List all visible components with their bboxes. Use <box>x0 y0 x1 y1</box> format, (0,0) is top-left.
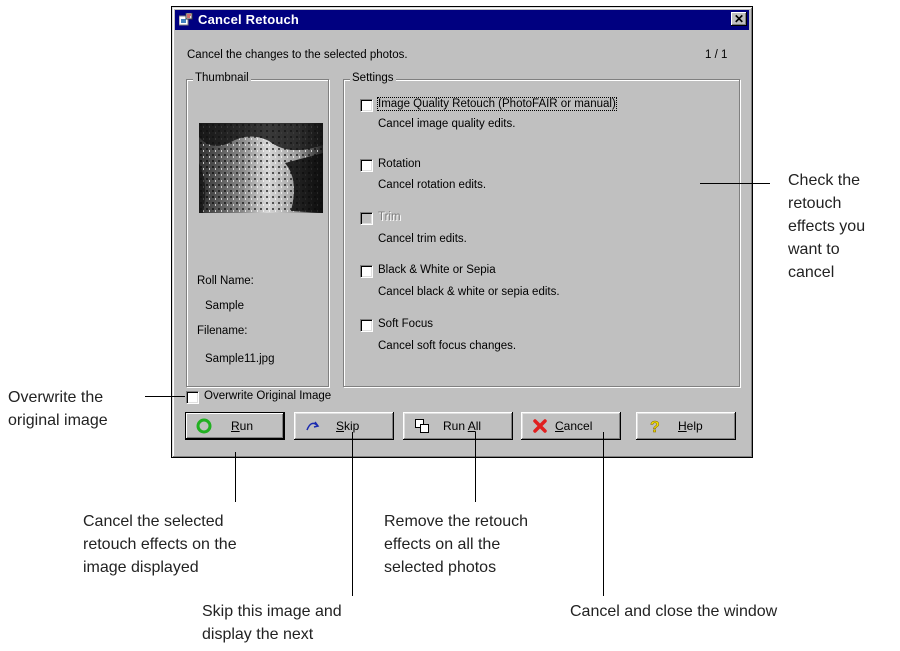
black-white-sepia-checkbox[interactable] <box>360 265 373 278</box>
run-button-label: Run <box>231 419 254 433</box>
help-button[interactable]: ? Help <box>636 412 736 440</box>
roll-name-value: Sample <box>205 300 244 312</box>
close-button[interactable]: ✕ <box>731 12 747 26</box>
callout-line-run-all <box>475 432 476 502</box>
run-icon <box>196 418 212 434</box>
close-icon: ✕ <box>733 12 745 26</box>
skip-button[interactable]: Skip <box>294 412 394 440</box>
callout-overwrite: Overwrite the original image <box>8 389 108 429</box>
thumbnail-group-label: Thumbnail <box>193 72 251 84</box>
trim-label[interactable]: Trim <box>378 211 401 223</box>
cancel-x-icon <box>533 419 547 433</box>
photo-counter: 1 / 1 <box>705 49 728 61</box>
filename-value: Sample11.jpg <box>205 353 275 365</box>
callout-cancel: Cancel and close the window <box>570 603 778 620</box>
roll-name-label: Roll Name: <box>197 275 254 287</box>
run-all-button[interactable]: Run All <box>403 412 513 440</box>
callout-check-effects: Check the retouch effects you want to ca… <box>788 172 866 281</box>
callout-line-overwrite <box>145 396 185 397</box>
settings-group-label: Settings <box>350 72 396 84</box>
cancel-button[interactable]: Cancel <box>521 412 621 440</box>
callout-run-all: Remove the retouch effects on all the se… <box>384 513 529 576</box>
callout-skip: Skip this image and display the next <box>202 603 342 643</box>
rotation-checkbox[interactable] <box>360 159 373 172</box>
black-white-sepia-description: Cancel black & white or sepia edits. <box>378 286 560 298</box>
callout-line-skip <box>352 432 353 596</box>
overwrite-original-checkbox[interactable] <box>186 391 199 404</box>
skip-arrow-icon <box>306 421 320 431</box>
help-question-icon: ? <box>650 419 660 434</box>
app-icon <box>179 13 193 26</box>
rotation-label[interactable]: Rotation <box>378 158 421 170</box>
filename-label: Filename: <box>197 325 248 337</box>
cancel-retouch-dialog: Cancel Retouch ✕ Cancel the changes to t… <box>171 6 753 458</box>
callout-line-cancel <box>603 432 604 596</box>
image-quality-label[interactable]: Image Quality Retouch (PhotoFAIR or manu… <box>377 97 617 111</box>
run-all-copy-icon <box>415 419 429 433</box>
image-quality-description: Cancel image quality edits. <box>378 118 516 130</box>
run-button[interactable]: Run <box>185 412 285 440</box>
trim-description: Cancel trim edits. <box>378 233 467 245</box>
rotation-description: Cancel rotation edits. <box>378 179 487 191</box>
callout-run: Cancel the selected retouch effects on t… <box>83 513 237 576</box>
photo-thumbnail[interactable] <box>199 123 323 213</box>
cancel-button-label: Cancel <box>555 419 593 433</box>
soft-focus-checkbox[interactable] <box>360 319 373 332</box>
skip-button-label: Skip <box>336 419 360 433</box>
trim-checkbox[interactable] <box>360 212 373 225</box>
callout-line-check-effects <box>700 183 770 184</box>
black-white-sepia-label[interactable]: Black & White or Sepia <box>378 264 496 276</box>
dialog-description: Cancel the changes to the selected photo… <box>187 49 408 61</box>
soft-focus-description: Cancel soft focus changes. <box>378 340 517 352</box>
callout-line-run <box>235 452 236 502</box>
overwrite-original-label[interactable]: Overwrite Original Image <box>204 390 331 402</box>
svg-text:?: ? <box>650 419 660 434</box>
soft-focus-label[interactable]: Soft Focus <box>378 318 433 330</box>
help-button-label: Help <box>678 419 703 433</box>
dialog-title: Cancel Retouch <box>198 12 300 27</box>
image-quality-checkbox[interactable] <box>360 99 373 112</box>
title-bar[interactable]: Cancel Retouch ✕ <box>175 10 749 30</box>
run-all-button-label: Run All <box>443 419 482 433</box>
